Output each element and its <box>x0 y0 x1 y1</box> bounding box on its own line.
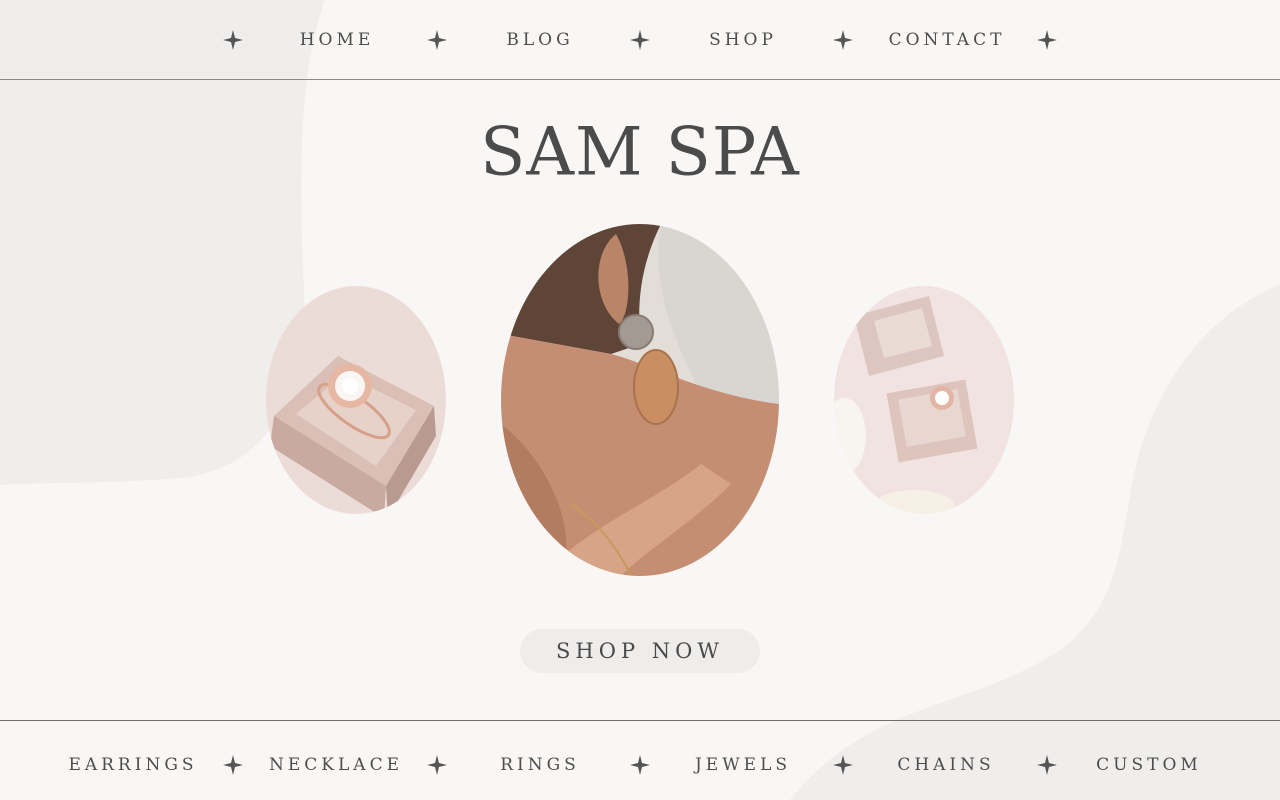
top-divider <box>0 79 1280 80</box>
nav-shop-link[interactable]: SHOP <box>709 30 777 50</box>
four-point-star-icon <box>833 30 853 50</box>
category-necklace-link[interactable]: NECKLACE <box>269 755 403 775</box>
earring-model-photo <box>501 224 779 576</box>
ring-in-box-photo <box>266 286 446 514</box>
four-point-star-icon <box>630 755 650 775</box>
ring-boxes-photo <box>834 286 1014 514</box>
category-nav: EARRINGS NECKLACE RINGS JEWELS CHAINS CU… <box>0 721 1280 800</box>
category-earrings-link[interactable]: EARRINGS <box>68 755 197 775</box>
four-point-star-icon <box>223 30 243 50</box>
four-point-star-icon <box>1037 755 1057 775</box>
four-point-star-icon <box>427 755 447 775</box>
category-chains-link[interactable]: CHAINS <box>897 755 994 775</box>
nav-home-link[interactable]: HOME <box>300 30 375 50</box>
category-rings-link[interactable]: RINGS <box>500 755 580 775</box>
four-point-star-icon <box>833 755 853 775</box>
shop-now-button[interactable]: SHOP NOW <box>520 629 760 673</box>
nav-contact-link[interactable]: CONTACT <box>889 30 1006 50</box>
category-custom-link[interactable]: CUSTOM <box>1096 755 1202 775</box>
four-point-star-icon <box>223 755 243 775</box>
brand-title: SAM SPA <box>480 113 800 191</box>
four-point-star-icon <box>1037 30 1057 50</box>
four-point-star-icon <box>630 30 650 50</box>
top-nav: HOME BLOG SHOP CONTACT <box>0 0 1280 80</box>
category-jewels-link[interactable]: JEWELS <box>695 755 791 775</box>
four-point-star-icon <box>427 30 447 50</box>
nav-blog-link[interactable]: BLOG <box>506 30 573 50</box>
